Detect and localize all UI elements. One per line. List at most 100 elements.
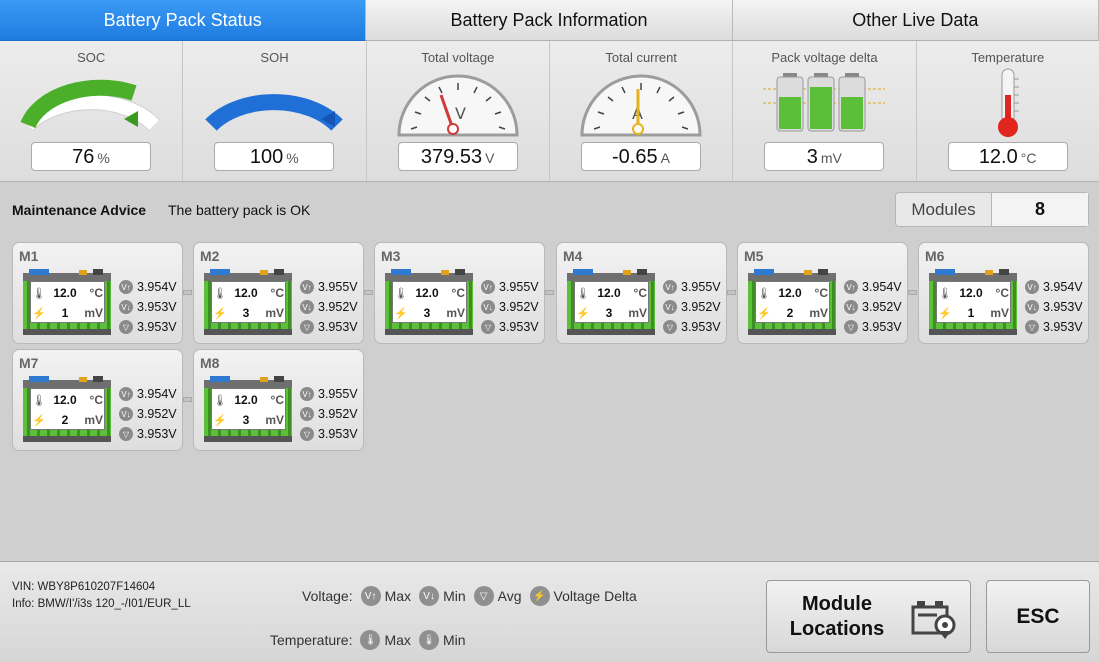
module-card[interactable]: M5 🌡 12.0 °C ⚡ 2 mV V↑ 3.954V V↓ 3.952V ▽ 3.953V [737,242,908,344]
module-voltage-min: 3.953V [1043,300,1083,314]
module-voltage-min: 3.953V [137,300,177,314]
module-voltage-min: 3.952V [137,407,177,421]
vmax-icon: V↑ [663,280,677,294]
module-voltage-delta-unit: mV [84,306,103,320]
module-temperature: 12.0 [234,393,258,407]
module-temperature: 12.0 [778,286,802,300]
thermometer-icon: 🌡 [213,287,227,300]
bolt-icon: ⚡ [938,307,952,320]
bolt-icon: ⚡ [394,307,408,320]
module-name: M1 [19,248,39,264]
esc-button[interactable]: ESC [986,580,1090,653]
module-voltage-avg: 3.953V [318,320,358,334]
bolt-icon: ⚡ [213,414,227,427]
voltage-legend: Voltage: V↑ Max V↓ Min ▽ Avg ⚡ Voltage Delta [302,586,637,606]
thermometer-icon: 🌡 [938,287,952,300]
tab-battery-pack-information[interactable]: Battery Pack Information [366,0,733,41]
tab-other-live-data[interactable]: Other Live Data [732,0,1099,41]
vavg-icon: ▽ [119,320,133,334]
thermometer-icon: 🌡 [757,287,771,300]
module-card[interactable]: M8 🌡 12.0 °C ⚡ 3 mV V↑ 3.955V V↓ 3.952V ▽ 3.953V [193,349,364,451]
module-voltage-delta: 2 [61,413,69,427]
vmax-icon: V↑ [300,280,314,294]
vmax-icon: V↑ [119,387,133,401]
module-voltage-delta: 2 [786,306,794,320]
module-voltage-max: 3.955V [318,280,358,294]
soc-title: SOC [77,50,106,65]
module-connector [908,290,917,295]
module-voltage-max: 3.954V [862,280,902,294]
total-current-title: Total current [605,50,677,65]
vavg-icon: ▽ [844,320,858,334]
module-temperature-unit: °C [89,286,103,300]
vavg-icon: ▽ [1025,320,1039,334]
bolt-icon: ⚡ [576,307,590,320]
module-voltage-delta-unit: mV [84,413,103,427]
vavg-icon: ▽ [481,320,495,334]
module-temperature-unit: °C [995,286,1009,300]
module-voltages: V↑ 3.955V V↓ 3.952V ▽ 3.953V [300,384,362,444]
module-voltage-delta-unit: mV [446,306,465,320]
pack-voltage-delta-value: 3 [806,146,818,168]
temperature-gauge: Temperature 12.0 °C [916,41,1099,181]
module-voltage-delta: 1 [61,306,69,320]
vmax-icon: V↑ [481,280,495,294]
vmin-icon: V↓ [300,300,314,314]
bolt-icon: ⚡ [32,414,46,427]
module-card[interactable]: M2 🌡 12.0 °C ⚡ 3 mV V↑ 3.955V V↓ 3.952V ▽ 3.953V [193,242,364,344]
legend-voltage-max: Max [384,588,412,604]
soh-unit: % [286,150,299,166]
vmin-icon: V↓ [119,407,133,421]
vehicle-info-text: Info: BMW/I'/i3s 120_-/I01/EUR_LL [12,598,191,610]
module-voltage-min: 3.952V [681,300,721,314]
module-voltage-min: 3.952V [862,300,902,314]
module-locations-label: Module Locations [789,592,885,640]
module-temperature-unit: °C [451,286,465,300]
legend-temp-max: Max [384,632,411,648]
temperature-value: 12.0 [978,146,1018,168]
pack-voltage-delta-gauge: Pack voltage delta 3 mV [733,41,917,181]
module-temperature: 12.0 [597,286,621,300]
tab-bar: Battery Pack Status Battery Pack Informa… [0,0,1099,41]
module-card[interactable]: M7 🌡 12.0 °C ⚡ 2 mV V↑ 3.954V V↓ 3.952V ▽ 3.953V [12,349,183,451]
vmax-icon: V↑ [1025,280,1039,294]
module-voltage-avg: 3.953V [862,320,902,334]
vmin-icon: V↓ [481,300,495,314]
module-voltages: V↑ 3.954V V↓ 3.952V ▽ 3.953V [844,277,906,337]
total-voltage-gauge: Total voltage V 379.53 V [366,41,550,181]
module-locations-button[interactable]: Module Locations [766,580,971,653]
maintenance-advice-text: The battery pack is OK [168,202,311,218]
module-voltage-delta-unit: mV [990,306,1009,320]
bolt-icon: ⚡ [32,307,46,320]
total-voltage-title: Total voltage [421,50,495,65]
total-current-value: -0.65 [612,146,658,168]
module-card[interactable]: M1 🌡 12.0 °C ⚡ 1 mV V↑ 3.954V V↓ 3.953V ▽ 3.953V [12,242,183,344]
footer-bar: VIN: WBY8P610207F14604 Info: BMW/I'/i3s … [0,561,1099,662]
module-voltage-delta: 3 [242,413,250,427]
tab-battery-pack-status[interactable]: Battery Pack Status [0,0,367,41]
module-readout: 🌡 12.0 °C ⚡ 3 mV [211,281,286,323]
module-voltage-delta-unit: mV [628,306,647,320]
voltage-legend-label: Voltage: [302,588,353,604]
module-card[interactable]: M3 🌡 12.0 °C ⚡ 3 mV V↑ 3.955V V↓ 3.952V ▽ 3.953V [374,242,545,344]
module-voltage-max: 3.955V [681,280,721,294]
battery-cells-icon [763,73,886,132]
bolt-icon: ⚡ [213,307,227,320]
temperature-title: Temperature [971,50,1045,65]
module-card[interactable]: M4 🌡 12.0 °C ⚡ 3 mV V↑ 3.955V V↓ 3.952V ▽ 3.953V [556,242,727,344]
module-temperature: 12.0 [415,286,439,300]
module-card[interactable]: M6 🌡 12.0 °C ⚡ 1 mV V↑ 3.954V V↓ 3.953V ▽ 3.953V [918,242,1089,344]
vavg-icon: ▽ [300,427,314,441]
total-current-gauge: Total current A -0.65 [549,41,734,181]
soc-gauge: SOC 76 % [0,41,184,181]
module-voltages: V↑ 3.955V V↓ 3.952V ▽ 3.953V [663,277,725,337]
module-voltage-max: 3.954V [137,387,177,401]
vavg-icon: ▽ [119,427,133,441]
thermometer-icon [997,68,1019,137]
temperature-value-box: 12.0 °C [947,142,1068,171]
pack-voltage-delta-unit: mV [820,150,842,166]
module-voltage-avg: 3.953V [499,320,539,334]
module-readout: 🌡 12.0 °C ⚡ 1 mV [30,281,105,323]
module-voltage-max: 3.954V [137,280,177,294]
modules-count-box: Modules 8 [895,192,1089,227]
